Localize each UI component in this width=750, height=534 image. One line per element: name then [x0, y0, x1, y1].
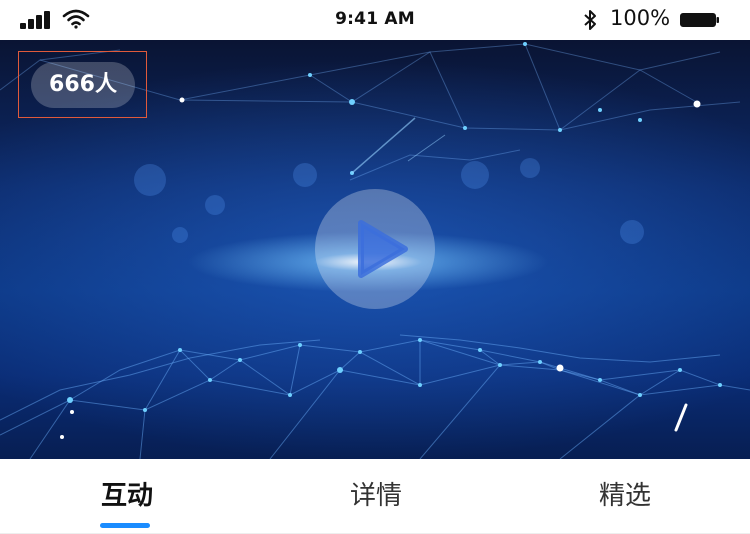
- viewer-count-badge: 666人: [31, 62, 135, 108]
- status-bar: 9:41 AM 100%: [0, 0, 750, 40]
- tab-featured[interactable]: 精选: [596, 475, 654, 512]
- tab-interaction[interactable]: 互动: [98, 475, 156, 512]
- play-button[interactable]: [315, 189, 435, 309]
- viewer-count-highlight: 666人: [18, 51, 147, 118]
- play-icon: [358, 220, 408, 278]
- bluetooth-icon: [584, 10, 596, 30]
- video-player[interactable]: 666人: [0, 40, 750, 459]
- battery-percent: 100%: [610, 6, 671, 30]
- active-tab-indicator: [100, 523, 150, 528]
- tab-bar: 互动 详情 精选: [0, 459, 750, 534]
- battery-icon: [680, 13, 719, 27]
- tab-details[interactable]: 详情: [347, 475, 405, 512]
